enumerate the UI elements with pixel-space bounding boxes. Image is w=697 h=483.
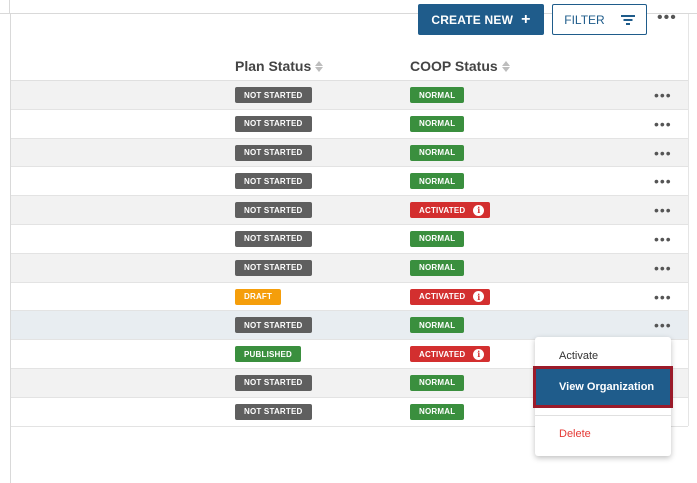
table-row[interactable]: NOT STARTED NORMAL ••• bbox=[11, 110, 688, 139]
plan-status-badge: NOT STARTED bbox=[235, 115, 312, 132]
coop-status-label: ACTIVATED bbox=[419, 349, 466, 359]
row-more-icon[interactable]: ••• bbox=[654, 318, 672, 332]
toolbar: CREATE NEW + FILTER ••• bbox=[0, 0, 697, 40]
coop-status-badge: NORMAL bbox=[410, 230, 465, 247]
row-more-icon[interactable]: ••• bbox=[654, 203, 672, 217]
table-header: Plan Status COOP Status bbox=[11, 52, 688, 81]
plan-status-badge: NOT STARTED bbox=[235, 144, 312, 161]
sort-icon[interactable] bbox=[315, 60, 324, 72]
column-header-plan-status[interactable]: Plan Status bbox=[235, 58, 324, 74]
create-new-label: CREATE NEW bbox=[431, 12, 514, 27]
table-row[interactable]: DRAFT ACTIVATED i ••• bbox=[11, 283, 688, 312]
column-header-label: COOP Status bbox=[410, 58, 498, 74]
info-icon[interactable]: i bbox=[473, 204, 485, 216]
coop-status-badge: ACTIVATED i bbox=[410, 346, 491, 363]
coop-status-badge: ACTIVATED i bbox=[410, 288, 491, 305]
coop-status-label: NORMAL bbox=[419, 148, 456, 158]
coop-status-badge: NORMAL bbox=[410, 374, 465, 391]
plan-status-badge: NOT STARTED bbox=[235, 259, 312, 276]
column-header-coop-status[interactable]: COOP Status bbox=[410, 58, 510, 74]
menu-item-activate[interactable]: Activate bbox=[535, 345, 671, 367]
plan-status-badge: NOT STARTED bbox=[235, 87, 312, 103]
menu-item-view-organization[interactable]: View Organization bbox=[533, 366, 673, 408]
coop-status-badge: NORMAL bbox=[410, 173, 465, 190]
row-more-icon[interactable]: ••• bbox=[654, 232, 672, 246]
column-header-label: Plan Status bbox=[235, 58, 312, 74]
coop-status-label: NORMAL bbox=[419, 234, 456, 244]
plan-status-badge: NOT STARTED bbox=[235, 403, 312, 420]
coop-status-label: NORMAL bbox=[419, 90, 456, 100]
create-new-button[interactable]: CREATE NEW + bbox=[418, 4, 544, 35]
table-row[interactable]: NOT STARTED NORMAL ••• bbox=[11, 311, 688, 341]
coop-status-badge: NORMAL bbox=[410, 115, 465, 132]
coop-status-badge: ACTIVATED i bbox=[410, 202, 491, 219]
panel-right-border bbox=[688, 14, 689, 426]
coop-status-label: NORMAL bbox=[419, 378, 456, 388]
coop-status-label: NORMAL bbox=[419, 407, 456, 417]
plan-status-badge: NOT STARTED bbox=[235, 202, 312, 219]
coop-status-badge: NORMAL bbox=[410, 317, 465, 334]
coop-status-label: ACTIVATED bbox=[419, 292, 466, 302]
table-row[interactable]: NOT STARTED ACTIVATED i ••• bbox=[11, 196, 688, 225]
info-icon[interactable]: i bbox=[473, 348, 485, 360]
filter-button[interactable]: FILTER bbox=[552, 4, 647, 35]
row-context-menu: Activate View Organization Delete bbox=[533, 337, 673, 456]
plan-status-badge: NOT STARTED bbox=[235, 230, 312, 247]
info-icon[interactable]: i bbox=[473, 291, 485, 303]
menu-divider bbox=[535, 415, 671, 416]
coop-status-label: NORMAL bbox=[419, 263, 456, 273]
toolbar-more-icon[interactable]: ••• bbox=[657, 10, 677, 26]
filter-icon bbox=[620, 14, 635, 25]
plan-status-badge: NOT STARTED bbox=[235, 374, 312, 391]
table-row[interactable]: NOT STARTED NORMAL ••• bbox=[11, 138, 688, 168]
coop-status-label: NORMAL bbox=[419, 176, 456, 186]
row-more-icon[interactable]: ••• bbox=[654, 261, 672, 275]
menu-item-delete[interactable]: Delete bbox=[535, 423, 671, 445]
page: CREATE NEW + FILTER ••• Plan Status COOP… bbox=[0, 0, 697, 483]
plan-status-badge: PUBLISHED bbox=[235, 346, 302, 363]
plus-icon: + bbox=[521, 10, 531, 28]
table-row[interactable]: NOT STARTED NORMAL ••• bbox=[11, 167, 688, 197]
coop-status-badge: NORMAL bbox=[410, 403, 465, 420]
row-more-icon[interactable]: ••• bbox=[654, 88, 672, 102]
coop-status-badge: NORMAL bbox=[410, 259, 465, 276]
coop-status-badge: NORMAL bbox=[410, 87, 465, 103]
table-row[interactable]: NOT STARTED NORMAL ••• bbox=[11, 253, 688, 283]
sort-icon[interactable] bbox=[501, 60, 510, 72]
plan-status-badge: DRAFT bbox=[235, 288, 282, 305]
table-row[interactable]: NOT STARTED NORMAL ••• bbox=[11, 81, 688, 110]
row-more-icon[interactable]: ••• bbox=[654, 290, 672, 304]
table-row[interactable]: NOT STARTED NORMAL ••• bbox=[11, 225, 688, 254]
row-more-icon[interactable]: ••• bbox=[654, 146, 672, 160]
coop-status-label: NORMAL bbox=[419, 320, 456, 330]
row-more-icon[interactable]: ••• bbox=[654, 174, 672, 188]
plan-status-badge: NOT STARTED bbox=[235, 317, 312, 334]
filter-label: FILTER bbox=[564, 12, 605, 27]
coop-status-label: NORMAL bbox=[419, 119, 456, 129]
plan-status-badge: NOT STARTED bbox=[235, 173, 312, 190]
coop-status-label: ACTIVATED bbox=[419, 205, 466, 215]
row-more-icon[interactable]: ••• bbox=[654, 117, 672, 131]
coop-status-badge: NORMAL bbox=[410, 144, 465, 161]
